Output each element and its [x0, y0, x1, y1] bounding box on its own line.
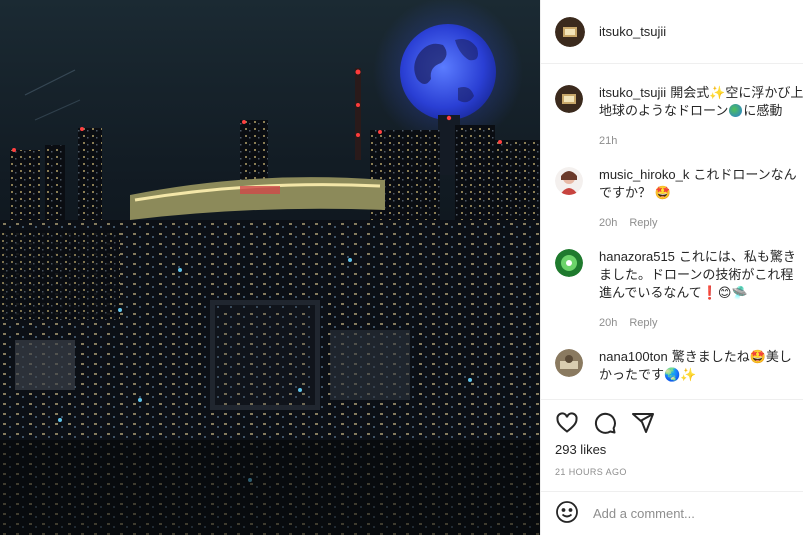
avatar[interactable]: [555, 249, 583, 277]
reply-button[interactable]: Reply: [629, 317, 657, 329]
add-comment-bar: [541, 491, 803, 535]
avatar[interactable]: [555, 16, 585, 47]
likes-count[interactable]: 293 likes: [555, 442, 789, 457]
post-photo[interactable]: [0, 0, 540, 535]
caption-text-line2-tail: に感動: [743, 103, 783, 118]
comment-body: music_hiroko_k これドローンなんですか？ 🤩 20h Reply: [599, 166, 803, 232]
comment: hanazora515 これには、私も驚きました。ドローンの技術がこれ程進んでいる…: [555, 248, 803, 332]
drone-globe: [400, 24, 496, 120]
caption-text-line1: 開会式✨空に浮かび上がった: [670, 85, 803, 100]
heart-icon[interactable]: [555, 411, 579, 435]
comment-body: hanazora515 これには、私も驚きました。ドローンの技術がこれ程進んでいる…: [599, 248, 803, 332]
comment-username[interactable]: nana100ton: [599, 349, 668, 364]
comment-username[interactable]: music_hiroko_k: [599, 167, 689, 182]
caption-body: itsuko_tsujii 開会式✨空に浮かび上がった 地球のようなドローンに感動…: [599, 84, 803, 150]
comment-body: nana100ton 驚きましたね🤩美しかったです🌏✨: [599, 348, 803, 384]
comment-meta: 20h Reply: [599, 214, 799, 232]
instagram-post: itsuko_tsujii itsuko_tsujii 開会式✨空に浮かび上がった…: [0, 0, 803, 535]
comments-list: itsuko_tsujii 開会式✨空に浮かび上がった 地球のようなドローンに感動…: [541, 64, 803, 399]
caption-meta: 21h: [599, 132, 803, 150]
globe-emoji-icon: [729, 104, 743, 117]
comment: music_hiroko_k これドローンなんですか？ 🤩 20h Reply: [555, 166, 803, 232]
caption-text-line2-wrap: 地球のようなドローン に感動: [599, 102, 803, 120]
action-bar: 293 likes 21 HOURS AGO: [541, 399, 803, 491]
comment-time[interactable]: 20h: [599, 217, 617, 229]
avatar[interactable]: [555, 349, 583, 377]
night-city-drone-globe-image: [0, 0, 540, 535]
caption-text-line2: 地球のようなドローン: [599, 103, 729, 118]
comment-icon[interactable]: [593, 411, 617, 435]
caption-time[interactable]: 21h: [599, 135, 617, 147]
smiley-icon[interactable]: [555, 500, 579, 527]
header-username[interactable]: itsuko_tsujii: [599, 24, 666, 39]
avatar[interactable]: [555, 167, 583, 195]
action-icons: [555, 408, 789, 438]
post-header: itsuko_tsujii: [541, 0, 803, 64]
caption: itsuko_tsujii 開会式✨空に浮かび上がった 地球のようなドローンに感動…: [555, 84, 803, 150]
caption-username[interactable]: itsuko_tsujii: [599, 85, 666, 100]
post-side-panel: itsuko_tsujii itsuko_tsujii 開会式✨空に浮かび上がった…: [540, 0, 803, 535]
post-time-ago[interactable]: 21 HOURS AGO: [555, 467, 789, 477]
send-icon[interactable]: [631, 411, 655, 435]
comment-meta: 20h Reply: [599, 314, 799, 332]
comment: nana100ton 驚きましたね🤩美しかったです🌏✨: [555, 348, 803, 384]
avatar[interactable]: [555, 85, 583, 113]
reply-button[interactable]: Reply: [629, 217, 657, 229]
add-comment-input[interactable]: [593, 506, 789, 521]
comment-username[interactable]: hanazora515: [599, 249, 675, 264]
comment-time[interactable]: 20h: [599, 317, 617, 329]
